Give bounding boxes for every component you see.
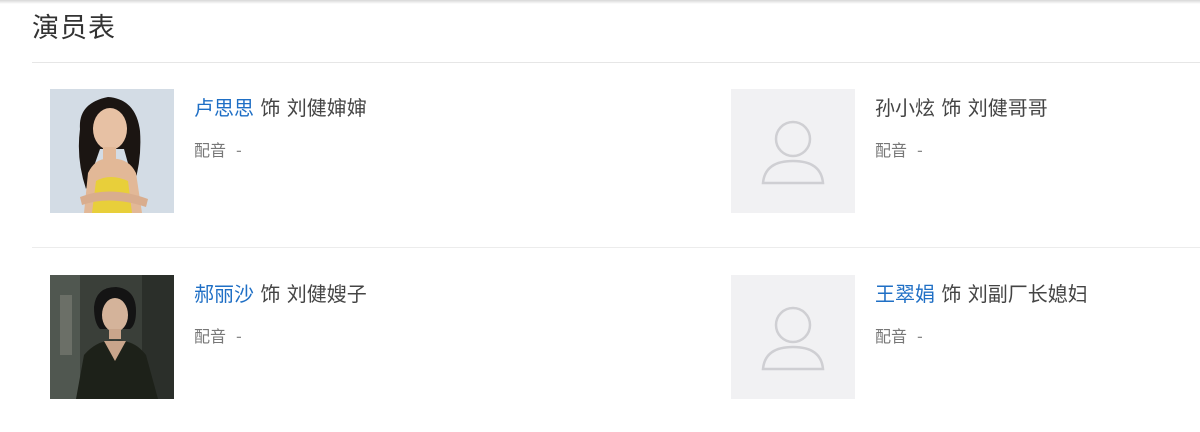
dubbing-value: - [236, 327, 242, 346]
row-divider [32, 247, 1200, 248]
cast-line: 卢思思 饰 刘健婶婶 [194, 95, 367, 121]
cast-item: 孙小炫 饰 刘健哥哥 配音 - [731, 89, 1200, 213]
dubbing-line: 配音 - [194, 137, 367, 161]
dubbing-line: 配音 - [875, 137, 1048, 161]
user-placeholder-icon [731, 275, 855, 399]
actor-name: 孙小炫 [875, 96, 935, 120]
dubbing-value: - [917, 141, 923, 160]
cast-info: 卢思思 饰 刘健婶婶 配音 - [194, 95, 367, 161]
as-label: 饰 [941, 96, 962, 120]
dubbing-value: - [917, 327, 923, 346]
section-title: 演员表 [32, 13, 116, 44]
top-shadow [0, 0, 1200, 4]
dubbing-label: 配音 [875, 141, 908, 160]
user-placeholder-icon [731, 89, 855, 213]
cast-item: 卢思思 饰 刘健婶婶 配音 - [50, 89, 530, 213]
dubbing-value: - [236, 141, 242, 160]
actor-photo[interactable] [50, 275, 174, 399]
cast-item: 王翠娟 饰 刘副厂长媳妇 配音 - [731, 275, 1200, 399]
title-divider [32, 62, 1200, 63]
actor-name-link[interactable]: 郝丽沙 [194, 282, 254, 306]
cast-line: 孙小炫 饰 刘健哥哥 [875, 95, 1048, 121]
cast-info: 王翠娟 饰 刘副厂长媳妇 配音 - [875, 281, 1088, 347]
role-name: 刘副厂长媳妇 [967, 282, 1088, 306]
actor-name-link[interactable]: 卢思思 [194, 96, 254, 120]
cast-info: 郝丽沙 饰 刘健嫂子 配音 - [194, 281, 367, 347]
cast-info: 孙小炫 饰 刘健哥哥 配音 - [875, 95, 1048, 161]
as-label: 饰 [260, 282, 281, 306]
dubbing-line: 配音 - [194, 323, 367, 347]
dubbing-label: 配音 [875, 327, 908, 346]
role-name: 刘健哥哥 [967, 96, 1048, 120]
role-name: 刘健婶婶 [286, 96, 367, 120]
as-label: 饰 [260, 96, 281, 120]
dubbing-label: 配音 [194, 141, 227, 160]
cast-line: 郝丽沙 饰 刘健嫂子 [194, 281, 367, 307]
actor-photo[interactable] [50, 89, 174, 213]
actor-name-link[interactable]: 王翠娟 [875, 282, 935, 306]
dubbing-line: 配音 - [875, 323, 1088, 347]
dubbing-label: 配音 [194, 327, 227, 346]
as-label: 饰 [941, 282, 962, 306]
cast-line: 王翠娟 饰 刘副厂长媳妇 [875, 281, 1088, 307]
role-name: 刘健嫂子 [286, 282, 367, 306]
cast-item: 郝丽沙 饰 刘健嫂子 配音 - [50, 275, 530, 399]
